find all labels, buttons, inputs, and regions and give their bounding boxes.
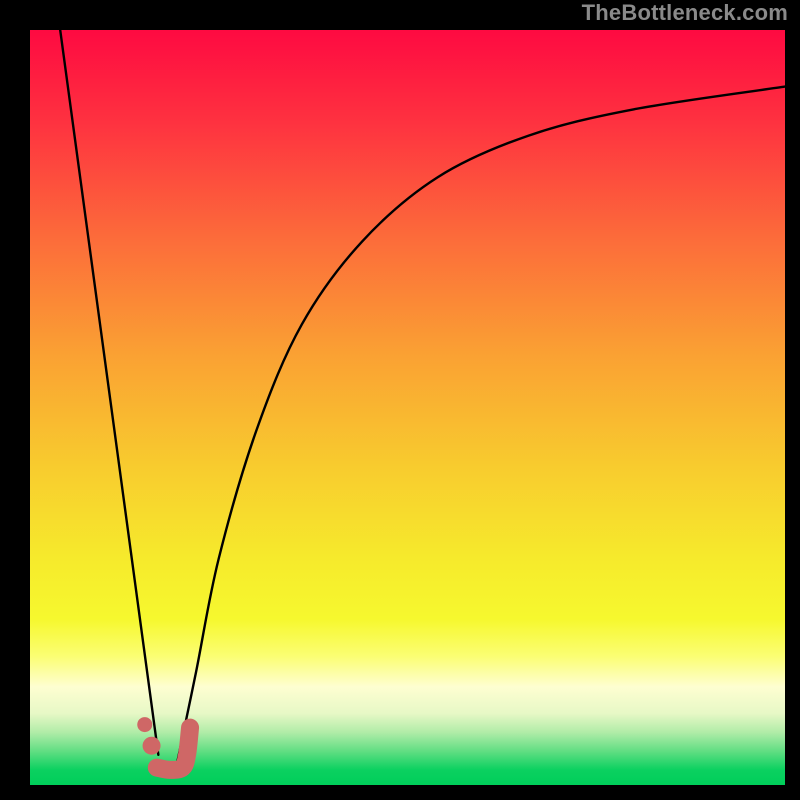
accent-dot xyxy=(143,737,161,755)
bottleneck-chart xyxy=(0,0,800,800)
attribution-label: TheBottleneck.com xyxy=(582,0,788,26)
accent-dot xyxy=(137,717,152,732)
plot-area xyxy=(30,30,785,785)
